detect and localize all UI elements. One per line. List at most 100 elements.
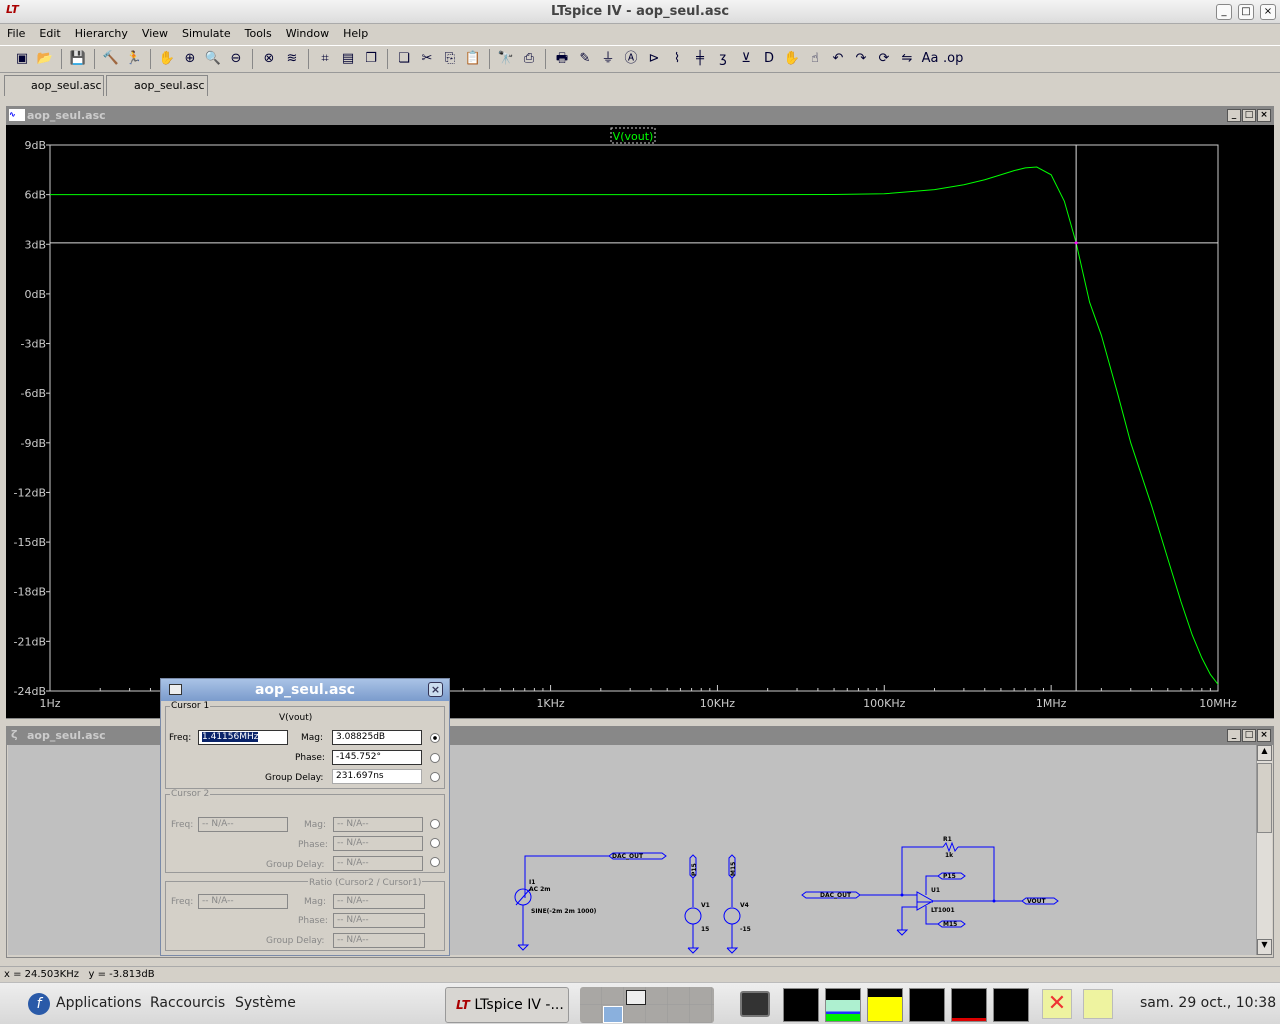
resistor-icon[interactable]: ⌇ [667, 49, 687, 69]
applications-menu[interactable]: Applications [56, 995, 142, 1011]
ratio-phase-field[interactable]: -- N/A-- [333, 913, 425, 928]
cursor1-phase-field[interactable]: -145.752° [332, 750, 422, 765]
text-icon[interactable]: Aa [920, 49, 940, 69]
workspace-switcher[interactable] [580, 987, 714, 1023]
minimize-button[interactable]: _ [1216, 4, 1232, 20]
maximize-button[interactable]: □ [1242, 109, 1256, 122]
maximize-button[interactable]: □ [1238, 4, 1254, 20]
label-net-icon[interactable]: Ⓐ [621, 49, 641, 69]
close-x-icon[interactable]: ✕ [1042, 989, 1072, 1019]
zoom-cancel-icon[interactable]: ⊗ [259, 49, 279, 69]
cursor2-group-delay-field[interactable]: -- N/A-- [333, 856, 423, 871]
drag-icon[interactable]: ☝ [805, 49, 825, 69]
ground-icon[interactable]: ⏚ [598, 49, 618, 69]
cursor1-freq-field[interactable]: 1.41156MHz [202, 732, 259, 742]
y-tick-label: -18dB [14, 586, 47, 599]
component-add-icon[interactable]: D [759, 49, 779, 69]
menu-tools[interactable]: Tools [238, 25, 279, 43]
draw-wire-icon[interactable]: ✎ [575, 49, 595, 69]
new-schematic-icon[interactable]: ▣ [12, 49, 32, 69]
halt-icon[interactable]: ✋ [157, 49, 177, 69]
cursor2-mag-radio[interactable] [430, 819, 440, 829]
y-tick-label: 3dB [24, 238, 46, 251]
diode-icon[interactable]: ⊻ [736, 49, 756, 69]
spice-directive-icon[interactable]: .op [943, 49, 963, 69]
taskbar-task-ltspice[interactable]: LT LTspice IV -... [445, 987, 569, 1023]
menu-edit[interactable]: Edit [32, 25, 67, 43]
close-button[interactable]: × [1257, 109, 1271, 122]
notes-applet[interactable] [1083, 989, 1113, 1019]
cut-icon[interactable]: ✂ [417, 49, 437, 69]
minimize-button[interactable]: _ [1227, 109, 1241, 122]
svg-text:M15: M15 [943, 921, 957, 928]
tile-horizontal-icon[interactable]: ▤ [338, 49, 358, 69]
clock[interactable]: sam. 29 oct., 10:38 [1140, 995, 1276, 1011]
phase-radio[interactable] [430, 753, 440, 763]
shortcuts-menu[interactable]: Raccourcis [150, 995, 225, 1011]
bode-chart[interactable]: 9dB 6dB 3dB 0dB -3dB -6dB -9dB -12dB -15dB -18dB -… [6, 125, 1274, 718]
trace-label[interactable]: V(vout) [613, 130, 654, 143]
close-button[interactable]: × [1257, 729, 1271, 742]
capacitor-icon[interactable]: ╪ [690, 49, 710, 69]
tab-waveform[interactable]: aop_seul.asc [4, 75, 104, 96]
menu-view[interactable]: View [135, 25, 175, 43]
component-icon[interactable]: ⊳ [644, 49, 664, 69]
menu-simulate[interactable]: Simulate [175, 25, 238, 43]
tab-schematic[interactable]: aop_seul.asc [106, 75, 208, 96]
cursor2-freq-field[interactable]: -- N/A-- [198, 817, 288, 832]
menu-window[interactable]: Window [279, 25, 336, 43]
vertical-scrollbar[interactable]: ▲ ▼ [1256, 745, 1272, 955]
toolbar-separator [308, 49, 309, 69]
menu-file[interactable]: File [0, 25, 32, 43]
open-icon[interactable]: 📂 [35, 49, 55, 69]
run-icon[interactable]: 🏃 [124, 49, 144, 69]
cursor2-phase-radio[interactable] [430, 838, 440, 848]
move-icon[interactable]: ✋ [782, 49, 802, 69]
menu-help[interactable]: Help [336, 25, 375, 43]
ratio-freq-field[interactable]: -- N/A-- [198, 894, 288, 909]
close-button[interactable]: × [1260, 4, 1276, 20]
cascade-icon[interactable]: ❐ [361, 49, 381, 69]
mirror-icon[interactable]: ⇋ [897, 49, 917, 69]
find-icon[interactable]: 🔭 [496, 49, 516, 69]
zoom-pan-icon[interactable]: 🔍 [203, 49, 223, 69]
print-setup-icon[interactable]: ⎙ [519, 49, 539, 69]
print-icon[interactable]: 🖶 [552, 49, 572, 69]
undo-icon[interactable]: ↶ [828, 49, 848, 69]
rotate-icon[interactable]: ⟳ [874, 49, 894, 69]
ratio-mag-field[interactable]: -- N/A-- [333, 894, 425, 909]
scroll-up-button[interactable]: ▲ [1257, 745, 1272, 761]
close-icon[interactable]: × [428, 682, 443, 697]
zoom-out-icon[interactable]: ⊖ [226, 49, 246, 69]
ltspice-icon: LT [456, 998, 470, 1012]
cursor2-phase-field[interactable]: -- N/A-- [333, 836, 423, 851]
window-menu-icon[interactable] [169, 684, 182, 695]
maximize-button[interactable]: □ [1242, 729, 1256, 742]
minimize-button[interactable]: _ [1227, 729, 1241, 742]
cursor1-mag-field[interactable]: 3.08825dB [332, 730, 422, 745]
waveform-plot[interactable]: 9dB 6dB 3dB 0dB -3dB -6dB -9dB -12dB -15dB -18dB -… [6, 125, 1274, 718]
zoom-in-icon[interactable]: ⊕ [180, 49, 200, 69]
cursor2-gd-radio[interactable] [430, 857, 440, 867]
system-menu[interactable]: Système [235, 995, 296, 1011]
redo-icon[interactable]: ↷ [851, 49, 871, 69]
save-icon[interactable]: 💾 [68, 49, 88, 69]
svg-text:M15: M15 [730, 862, 737, 876]
menu-hierarchy[interactable]: Hierarchy [68, 25, 135, 43]
mag-radio-selected[interactable] [430, 733, 440, 743]
group-delay-radio[interactable] [430, 772, 440, 782]
terminal-icon[interactable] [740, 991, 770, 1017]
cursor1-group-delay-field[interactable]: 231.697ns [332, 769, 422, 784]
scroll-thumb[interactable] [1257, 763, 1272, 833]
autorange-icon[interactable]: ≋ [282, 49, 302, 69]
paste-icon[interactable]: 📋 [463, 49, 483, 69]
copy-icon[interactable]: ⎘ [440, 49, 460, 69]
inductor-icon[interactable]: ʒ [713, 49, 733, 69]
ratio-group-delay-field[interactable]: -- N/A-- [333, 933, 425, 948]
control-panel-icon[interactable]: 🔨 [101, 49, 121, 69]
mark-unref-icon[interactable]: ⌗ [315, 49, 335, 69]
y-tick-label: -21dB [14, 635, 47, 648]
cursor2-mag-field[interactable]: -- N/A-- [333, 817, 423, 832]
tile-vertical-icon[interactable]: ❏ [394, 49, 414, 69]
scroll-down-button[interactable]: ▼ [1257, 939, 1272, 955]
